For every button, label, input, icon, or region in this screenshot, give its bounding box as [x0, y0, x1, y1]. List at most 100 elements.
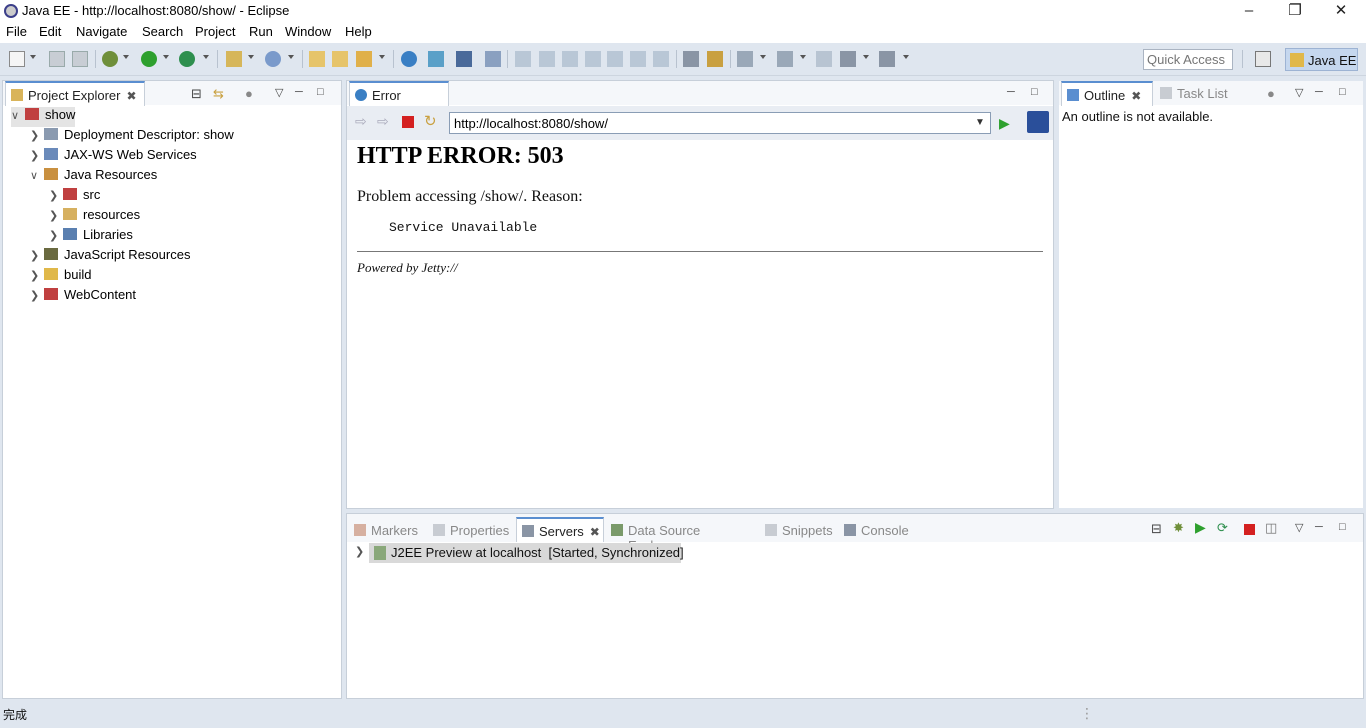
skip-breakpoints-icon[interactable]	[485, 51, 501, 67]
toggle-word-wrap-icon[interactable]	[683, 51, 699, 67]
web-service-dropdown-icon[interactable]	[288, 55, 294, 59]
tree-item[interactable]: ❯ JAX-WS Web Services	[30, 147, 197, 167]
search-dropdown-icon[interactable]	[379, 55, 385, 59]
chevron-down-icon[interactable]: ∨	[30, 169, 44, 182]
step-over-icon[interactable]	[630, 51, 646, 67]
java-ee-tool-icon[interactable]	[428, 51, 444, 67]
step-return-icon[interactable]	[653, 51, 669, 67]
new-server-dropdown-icon[interactable]	[248, 55, 254, 59]
collapse-all-icon[interactable]: ⊟	[1151, 521, 1162, 537]
chevron-right-icon[interactable]: ❯	[30, 149, 44, 162]
restore-button[interactable]: ❐	[1272, 0, 1318, 22]
tab-data-source-explorer[interactable]: Data Source Explorer	[606, 518, 756, 553]
new-dropdown-icon[interactable]	[30, 55, 36, 59]
toggle-block-selection-icon[interactable]	[707, 51, 723, 67]
maximize-view-icon[interactable]: □	[317, 86, 324, 98]
suspend-icon[interactable]	[539, 51, 555, 67]
view-filters-icon[interactable]: ●	[1267, 86, 1275, 101]
chevron-right-icon[interactable]: ❯	[30, 289, 44, 302]
terminate-icon[interactable]	[562, 51, 578, 67]
forward-arrow-icon[interactable]: ⇨	[377, 113, 389, 130]
debug-dropdown-icon[interactable]	[123, 55, 129, 59]
close-icon[interactable]: ✖	[590, 525, 600, 539]
tab-markers[interactable]: Markers	[349, 518, 427, 543]
run-last-tool-icon[interactable]	[179, 51, 195, 67]
tab-snippets[interactable]: Snippets	[760, 518, 838, 543]
web-browser-icon[interactable]	[401, 51, 417, 67]
new-icon[interactable]	[9, 51, 25, 67]
menu-window[interactable]: Window	[285, 24, 331, 39]
next-annotation-dropdown-icon[interactable]	[760, 55, 766, 59]
tab-project-explorer[interactable]: Project Explorer ✖	[5, 81, 145, 106]
tree-item[interactable]: ❯ WebContent	[30, 287, 136, 307]
save-icon[interactable]	[49, 51, 65, 67]
refresh-icon[interactable]: ↻	[424, 112, 437, 130]
tree-item[interactable]: ❯ resources	[49, 207, 140, 227]
next-annotation-icon[interactable]	[737, 51, 753, 67]
resume-icon[interactable]	[515, 51, 531, 67]
tab-console[interactable]: Console	[839, 518, 911, 543]
chevron-right-icon[interactable]: ❯	[49, 189, 63, 202]
menu-project[interactable]: Project	[195, 24, 235, 39]
chevron-right-icon[interactable]: ❯	[30, 269, 44, 282]
step-into-icon[interactable]	[607, 51, 623, 67]
tree-item[interactable]: ❯ JavaScript Resources	[30, 247, 190, 267]
menu-search[interactable]: Search	[142, 24, 183, 39]
collapse-all-icon[interactable]: ⊟	[191, 86, 202, 102]
stop-icon[interactable]	[402, 116, 414, 128]
perspective-java-ee-button[interactable]: Java EE	[1285, 48, 1358, 71]
menu-file[interactable]: File	[6, 24, 27, 39]
debug-server-icon[interactable]: ✸	[1173, 520, 1184, 536]
stop-server-icon[interactable]	[1244, 524, 1255, 535]
expand-chevron-icon[interactable]: ❯	[355, 545, 364, 558]
server-entry[interactable]: J2EE Preview at localhost [Started, Sync…	[369, 543, 684, 563]
tree-item[interactable]: ❯ build	[30, 267, 91, 287]
open-console-icon[interactable]	[456, 51, 472, 67]
minimize-view-icon[interactable]: ─	[295, 86, 303, 98]
debug-icon[interactable]	[102, 51, 118, 67]
menu-edit[interactable]: Edit	[39, 24, 61, 39]
chevron-right-icon[interactable]: ❯	[49, 209, 63, 222]
tab-servers[interactable]: Servers ✖	[516, 517, 604, 542]
chevron-right-icon[interactable]: ❯	[30, 129, 44, 142]
tab-properties[interactable]: Properties	[428, 518, 516, 543]
search-tool-icon[interactable]	[356, 51, 372, 67]
web-service-icon[interactable]	[265, 51, 281, 67]
menu-help[interactable]: Help	[345, 24, 372, 39]
open-perspective-icon[interactable]	[1255, 51, 1271, 67]
chevron-right-icon[interactable]: ❯	[30, 249, 44, 262]
maximize-view-icon[interactable]: □	[1339, 521, 1346, 533]
minimize-view-icon[interactable]: ─	[1315, 521, 1323, 533]
profile-server-icon[interactable]: ⟳	[1217, 520, 1228, 536]
previous-annotation-dropdown-icon[interactable]	[800, 55, 806, 59]
tree-item[interactable]: ❯ src	[49, 187, 100, 207]
tree-item[interactable]: ❯ Libraries	[49, 227, 133, 247]
last-edit-location-icon[interactable]	[816, 51, 832, 67]
tab-error-503[interactable]: Error 503✖	[349, 81, 449, 118]
start-server-icon[interactable]: ▶	[1195, 519, 1206, 536]
save-all-icon[interactable]	[72, 51, 88, 67]
chevron-right-icon[interactable]: ❯	[49, 229, 63, 242]
quick-access-input[interactable]	[1143, 49, 1233, 70]
link-with-editor-icon[interactable]: ⇆	[213, 86, 224, 102]
chevron-down-icon[interactable]: ∨	[11, 109, 25, 122]
view-menu-chevron-down-icon[interactable]: ▽	[1295, 86, 1303, 99]
close-window-button[interactable]: ✕	[1318, 0, 1364, 22]
minimize-view-icon[interactable]: ─	[1315, 86, 1323, 98]
go-icon[interactable]: ▶	[999, 115, 1010, 132]
url-dropdown-chevron-down-icon[interactable]: ▼	[975, 117, 985, 128]
tab-outline[interactable]: Outline ✖	[1061, 81, 1153, 106]
open-type-icon[interactable]	[309, 51, 325, 67]
open-resource-icon[interactable]	[332, 51, 348, 67]
run-last-dropdown-icon[interactable]	[203, 55, 209, 59]
run-icon[interactable]	[141, 51, 157, 67]
menu-navigate[interactable]: Navigate	[76, 24, 127, 39]
view-filters-icon[interactable]: ●	[245, 86, 253, 101]
view-menu-chevron-down-icon[interactable]: ▽	[275, 86, 283, 99]
menu-run[interactable]: Run	[249, 24, 273, 39]
url-input[interactable]	[449, 112, 991, 134]
tree-item[interactable]: ∨ Java Resources	[30, 167, 157, 187]
minimize-view-icon[interactable]: ─	[1007, 86, 1015, 98]
new-server-icon[interactable]	[226, 51, 242, 67]
view-menu-chevron-down-icon[interactable]: ▽	[1295, 521, 1303, 534]
